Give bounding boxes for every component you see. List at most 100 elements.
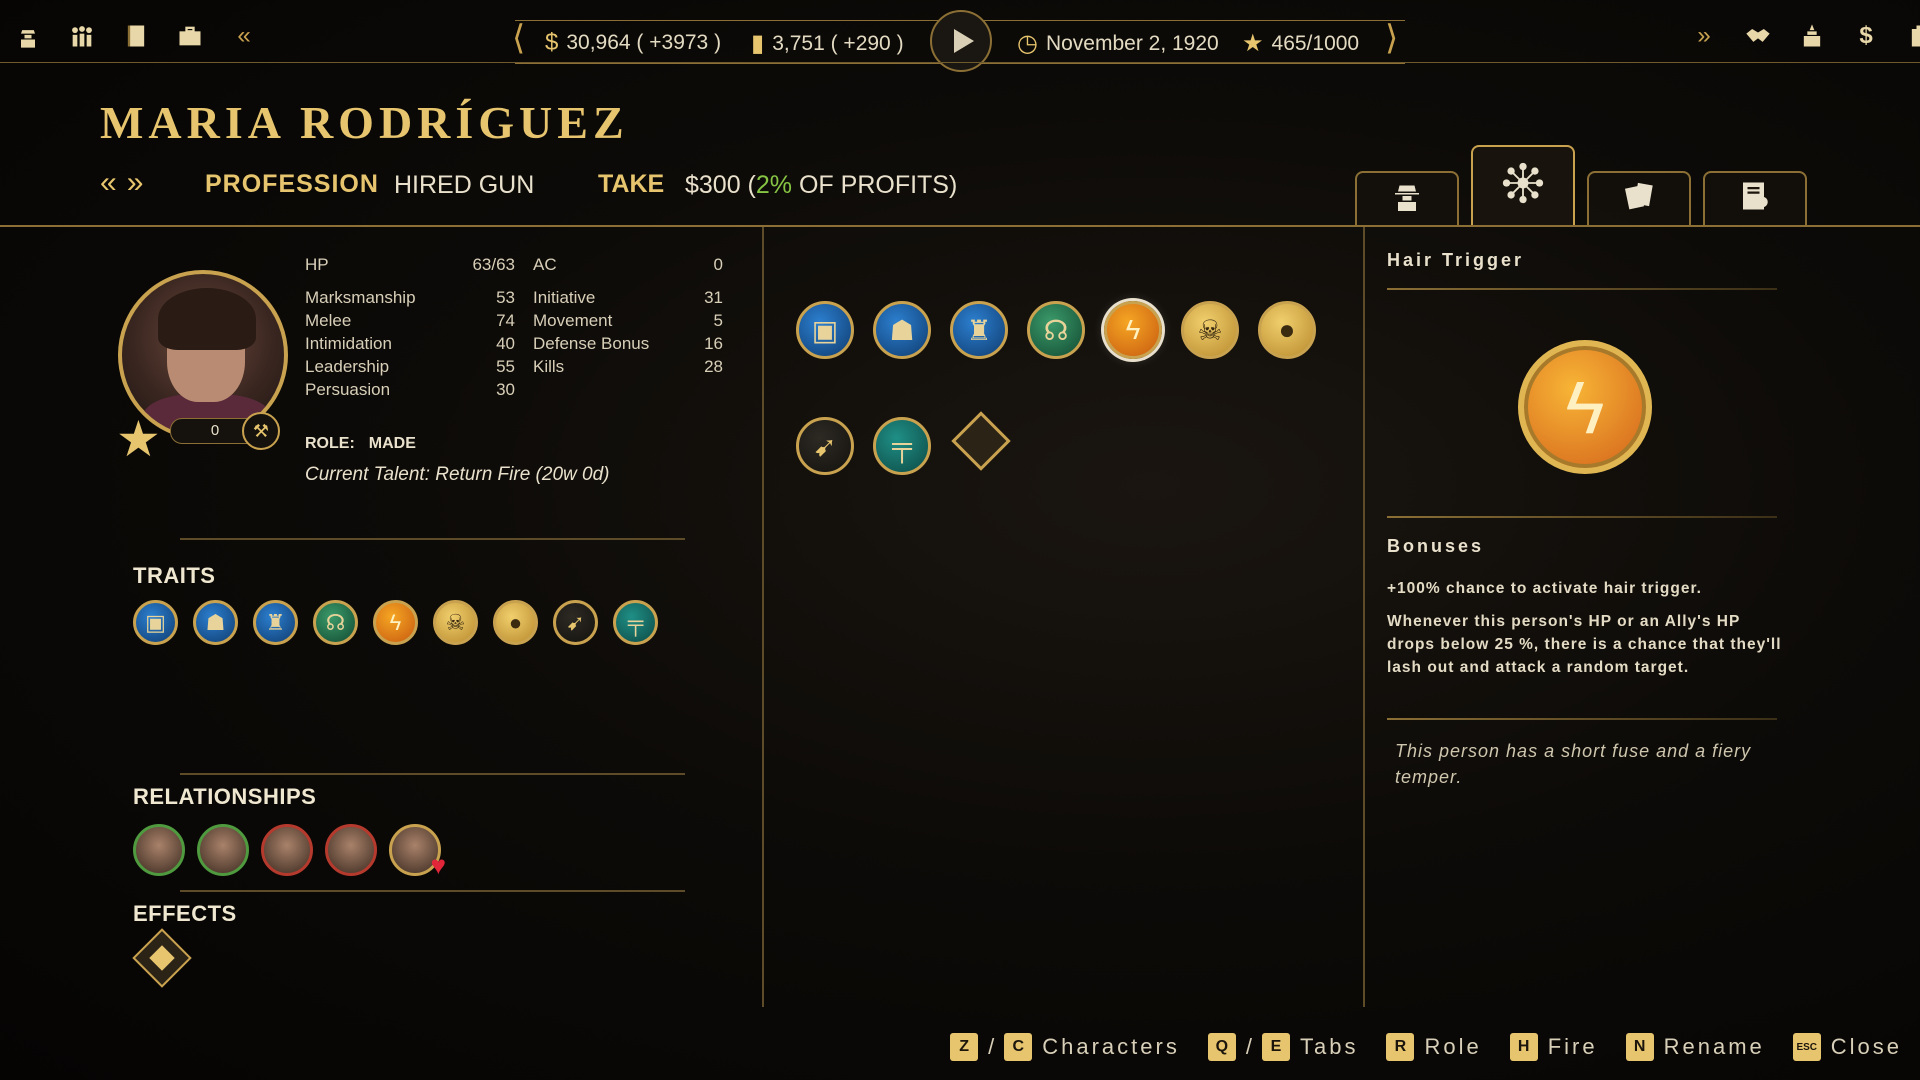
city-hall-icon[interactable] [1796,20,1828,52]
avatar[interactable] [197,824,249,876]
tab-cards[interactable] [1587,171,1691,227]
key-z[interactable]: Z [950,1033,979,1061]
rename-hint[interactable]: Rename [1664,1034,1765,1060]
tab-dossier[interactable] [1703,171,1807,227]
next-character-icon[interactable]: » [127,166,144,200]
stat-value: 53 [496,288,515,307]
top-left-nav: « [12,20,260,52]
fire-hint[interactable]: Fire [1548,1034,1598,1060]
effect-diamond-icon[interactable] [132,928,192,988]
role-line[interactable]: ROLE: MADE [305,435,416,453]
tommy-gun-icon[interactable]: ╤ [613,600,658,645]
stat-name: Initiative [533,288,596,307]
stat-value: 74 [496,311,515,330]
avatar[interactable] [261,824,313,876]
money-readout: $ 30,964 ( +3973 ) [545,29,721,57]
talent-skull-icon[interactable]: ☠ [1181,301,1239,359]
date-value: November 2, 1920 [1045,31,1219,55]
panel-divider-right [1363,227,1365,1007]
talent-bald-head-icon[interactable]: ● [1258,301,1316,359]
top-bar: « ⟨ $ 30,964 ( +3973 ) ▮ 3,751 ( +290 ) … [0,0,1920,80]
talent-suitcase-icon[interactable]: ▣ [796,301,854,359]
safe-icon[interactable] [1904,20,1920,52]
talent-tree-icon [1501,161,1545,214]
money-value: 30,964 ( +3973 ) [566,31,722,54]
running-man-icon[interactable]: ➹ [553,600,598,645]
handshake-icon[interactable] [1742,20,1774,52]
talent-lightning-icon[interactable]: ϟ [1104,301,1162,359]
dollar-icon[interactable]: $ [1850,20,1882,52]
collapse-left-icon[interactable]: « [228,20,260,52]
bracket-right-icon: ⟩ [1385,18,1399,58]
talent-gangster-icon[interactable]: ☗ [873,301,931,359]
divider [1387,288,1777,290]
slash: / [988,1034,995,1059]
stat-row: Melee 74 [305,311,515,333]
profession-value: HIRED GUN [394,171,535,199]
bald-head-icon[interactable]: ● [493,600,538,645]
skull-icon[interactable]: ☠ [433,600,478,645]
key-r[interactable]: R [1386,1033,1415,1061]
traits-list: ▣ ☗ ♜ ☊ ϟ ☠ ● ➹ ╤ [133,600,658,645]
talent-diamond-icon[interactable] [951,411,1011,471]
flavor-text: This person has a short fuse and a fiery… [1395,741,1752,787]
stat-row: Initiative 31 [533,288,745,310]
heart-icon: ♥ [430,850,446,880]
crew-icon[interactable] [66,20,98,52]
stat-value: 0 [713,255,723,274]
briefcase-icon[interactable] [174,20,206,52]
key-esc[interactable]: ESC [1792,1033,1821,1061]
heat-readout: ★ 465/1000 [1242,29,1359,58]
key-h[interactable]: H [1509,1033,1538,1061]
close-hint[interactable]: Close [1831,1034,1902,1060]
top-divider [0,62,1920,63]
stat-value: 55 [496,357,515,376]
tabs-hint[interactable]: Tabs [1300,1034,1358,1060]
role-value: MADE [368,435,416,452]
stat-row: Intimidation 40 [305,334,515,356]
role-hint[interactable]: Role [1424,1034,1481,1060]
key-c[interactable]: C [1004,1033,1033,1061]
fedora-man-icon [1389,178,1425,223]
talent-tommy-gun-icon[interactable]: ╤ [873,417,931,475]
hair-trigger-lightning-icon: ϟ [1518,340,1652,474]
take-percent: 2% [755,171,793,199]
suitcase-icon[interactable]: ▣ [133,600,178,645]
prev-character-icon[interactable]: « [100,166,117,200]
stat-name: AC [533,255,557,274]
bonus-text: Whenever this person's HP or an Ally's H… [1387,613,1782,676]
mobster-icon[interactable] [12,20,44,52]
speaker-icon[interactable]: ☊ [313,600,358,645]
divider [180,538,685,540]
avatar[interactable]: ♥ [389,824,446,880]
character-name[interactable]: MARIA RODRÍGUEZ [100,96,629,149]
liberty-icon[interactable]: ♜ [253,600,298,645]
key-q[interactable]: Q [1207,1033,1236,1061]
gangster-icon[interactable]: ☗ [193,600,238,645]
stat-value: 31 [704,288,723,307]
stat-row: Leadership 55 [305,357,515,379]
talent-running-man-icon[interactable]: ➹ [796,417,854,475]
key-n[interactable]: N [1625,1033,1654,1061]
stat-value: 16 [704,334,723,353]
avatar[interactable] [325,824,377,876]
characters-hint[interactable]: Characters [1042,1034,1180,1060]
ledger-icon[interactable] [120,20,152,52]
dossier-icon [1737,178,1773,223]
key-e[interactable]: E [1261,1033,1290,1061]
top-right-nav: » $ [1688,20,1920,52]
lightning-icon[interactable]: ϟ [373,600,418,645]
divider [180,890,685,892]
avatar[interactable] [133,824,185,876]
take-suffix: OF PROFITS) [792,171,958,199]
stat-row: Persuasion 30 [305,380,515,402]
talent-liberty-icon[interactable]: ♜ [950,301,1008,359]
relationships-list: ♥ [133,824,446,880]
clock-icon: ◷ [1017,30,1038,57]
stat-row: Movement 5 [533,311,745,333]
weapon-hammer-icon[interactable]: ⚒ [242,412,280,450]
tab-profile[interactable] [1355,171,1459,227]
talent-speaker-icon[interactable]: ☊ [1027,301,1085,359]
tab-talents[interactable] [1471,145,1575,227]
expand-right-icon[interactable]: » [1688,20,1720,52]
